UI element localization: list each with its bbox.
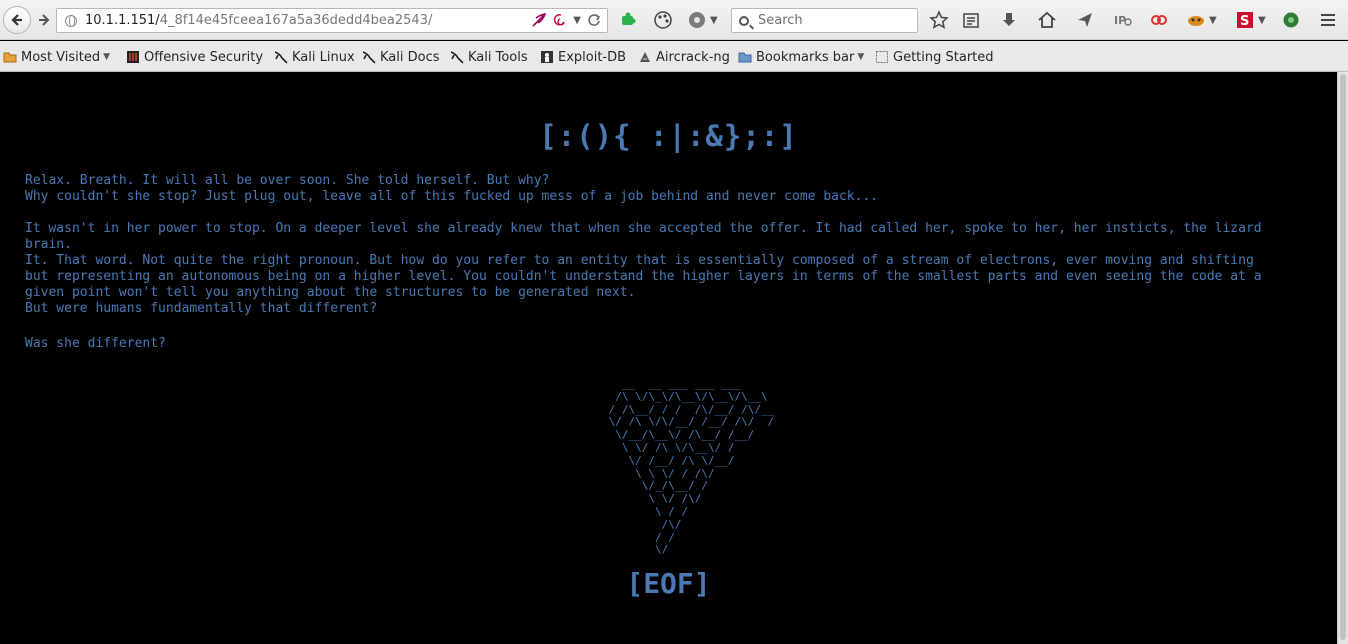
url-path: 4_8f14e45fceea167a5a36dedd4bea2543/ (159, 13, 433, 28)
bookmark-star-icon[interactable] (929, 9, 949, 31)
story-text: Relax. Breath. It will all be over soon.… (25, 173, 1262, 316)
feather-icon[interactable] (531, 12, 547, 28)
url-host: 10.1.1.151/ (85, 13, 160, 28)
bookmark-label: Kali Linux (292, 49, 355, 65)
send-tab-icon[interactable] (1076, 9, 1094, 31)
settings-addon-icon[interactable]: ▼ (687, 9, 718, 31)
bookmark-most-visited[interactable]: Most Visited ▼ (3, 48, 110, 66)
ascii-art-triangle: __ __ ___ ___ ___ /\ \/\_\/\__\/\__\/\__… (608, 377, 775, 557)
scrollbar-thumb[interactable] (1340, 74, 1346, 640)
ip-addon-icon[interactable]: IP (1113, 9, 1133, 31)
download-icon[interactable] (1000, 9, 1018, 31)
search-icon (739, 15, 749, 26)
story-question: Was she different? (25, 336, 166, 351)
bookmark-label: Bookmarks bar (756, 49, 855, 65)
kali-dragon-icon (274, 51, 288, 64)
bookmark-exploit-db[interactable]: Exploit-DB (540, 48, 626, 66)
aircrack-icon (640, 52, 650, 62)
bookmark-getting-started[interactable]: Getting Started (875, 48, 994, 66)
bookmark-label: Aircrack-ng (656, 49, 730, 65)
search-placeholder: Search (758, 13, 803, 28)
s-addon-icon[interactable]: S ▼ (1236, 9, 1266, 31)
arrow-left-icon (11, 14, 22, 26)
svg-text:IP: IP (1114, 14, 1126, 27)
bookmark-bookmarks-bar[interactable]: Bookmarks bar ▼ (738, 48, 864, 66)
palette-addon-icon[interactable] (653, 9, 673, 31)
offsec-icon (127, 51, 139, 63)
monkey-addon-icon[interactable]: ▼ (1186, 9, 1217, 31)
reading-list-icon[interactable] (962, 9, 980, 31)
chevron-down-icon: ▼ (857, 52, 865, 62)
bookmark-label: Offensive Security (144, 49, 264, 65)
svg-text:S: S (1240, 14, 1249, 29)
bookmark-offensive-security[interactable]: Offensive Security (126, 48, 263, 66)
debian-swirl-icon[interactable] (553, 12, 567, 28)
url-text[interactable]: 10.1.1.151/4_8f14e45fceea167a5a36dedd4be… (85, 13, 432, 28)
bookmark-label: Kali Docs (380, 49, 440, 65)
menu-icon[interactable] (1318, 9, 1338, 31)
bookmark-label: Kali Tools (468, 49, 528, 65)
dropdown-arrow-icon[interactable]: ▼ (573, 15, 581, 26)
navigation-toolbar: 10.1.1.151/4_8f14e45fceea167a5a36dedd4be… (0, 0, 1348, 40)
back-button[interactable] (3, 6, 31, 34)
search-box[interactable]: Search (731, 8, 918, 33)
vertical-scrollbar[interactable] (1337, 72, 1348, 644)
bookmark-label: Getting Started (893, 49, 994, 65)
bookmarks-toolbar: Most Visited ▼ Offensive Security Kali L… (0, 41, 1348, 72)
eof-marker: [EOF] (626, 567, 711, 600)
bookmark-label: Exploit-DB (558, 49, 627, 65)
kali-dragon-icon (362, 51, 376, 64)
url-actions: ▼ (531, 12, 601, 28)
arrow-right-icon (39, 14, 50, 26)
home-icon[interactable] (1037, 9, 1057, 31)
forward-button[interactable] (32, 8, 56, 32)
bookmark-kali-docs[interactable]: Kali Docs (362, 48, 440, 66)
folder-icon (3, 52, 17, 63)
url-bar[interactable]: 10.1.1.151/4_8f14e45fceea167a5a36dedd4be… (56, 8, 608, 33)
bookmark-aircrack-ng[interactable]: Aircrack-ng (638, 48, 730, 66)
exploit-db-icon (541, 51, 553, 63)
page-title: [:(){ :|:&};:] (539, 119, 798, 153)
chain-addon-icon[interactable] (1150, 9, 1168, 31)
dropdown-arrow-icon[interactable]: ▼ (1209, 15, 1217, 26)
chevron-down-icon: ▼ (103, 52, 111, 62)
page-icon (876, 51, 888, 63)
bookmark-label: Most Visited (21, 49, 101, 65)
dropdown-arrow-icon[interactable]: ▼ (1258, 15, 1266, 26)
globe-icon (65, 14, 77, 27)
green-dot-addon-icon[interactable] (1282, 9, 1300, 31)
kali-dragon-icon (450, 51, 464, 64)
bookmark-kali-linux[interactable]: Kali Linux (274, 48, 355, 66)
page-content: [:(){ :|:&};:] Relax. Breath. It will al… (0, 72, 1337, 644)
puzzle-addon-icon[interactable] (619, 9, 637, 31)
reload-icon[interactable] (587, 13, 601, 27)
folder-icon (738, 52, 752, 63)
dropdown-arrow-icon[interactable]: ▼ (710, 15, 718, 26)
bookmark-kali-tools[interactable]: Kali Tools (450, 48, 528, 66)
